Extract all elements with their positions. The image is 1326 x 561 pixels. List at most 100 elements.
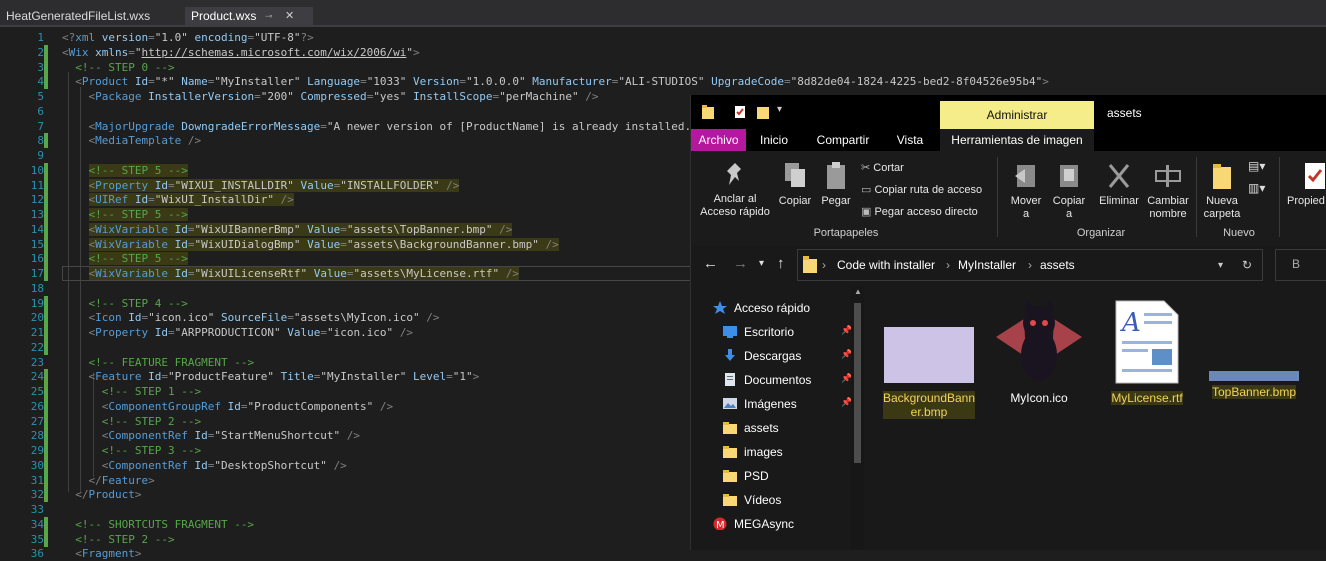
change-marker — [44, 457, 48, 473]
change-marker — [44, 310, 48, 326]
tab-compartir[interactable]: Compartir — [804, 129, 882, 151]
properties-label: Propied — [1287, 195, 1325, 207]
tab-product-wxs[interactable]: Product.wxs ⊸ ✕ — [185, 7, 313, 26]
line-number: 34 — [30, 517, 44, 531]
breadcrumb-assets[interactable]: assets — [1040, 258, 1075, 272]
ribbon-separator — [1196, 157, 1197, 237]
address-bar[interactable]: › Code with installer › MyInstaller › as… — [797, 249, 1263, 281]
line-number: 25 — [30, 385, 44, 398]
folder-icon[interactable] — [702, 105, 714, 119]
mega-icon: M — [713, 517, 727, 530]
forward-arrow-icon[interactable]: → — [733, 255, 748, 272]
scroll-up-icon[interactable]: ▲ — [854, 287, 862, 296]
rename-button[interactable]: Cambiar nombre — [1145, 161, 1191, 221]
close-icon[interactable]: ✕ — [285, 7, 294, 26]
code-text: <ComponentRef Id="DesktopShortcut" /> — [101, 458, 347, 472]
change-marker — [44, 325, 48, 340]
pin-icon — [727, 163, 741, 185]
code-text: <Property Id="ARPPRODUCTICON" Value="ico… — [88, 326, 414, 339]
chevron-down-icon[interactable]: ▾ — [777, 104, 782, 115]
line-number: 10 — [30, 163, 44, 177]
properties-icon[interactable] — [734, 105, 746, 119]
easy-access-icon[interactable]: ▥▾ — [1248, 181, 1265, 195]
tab-vista[interactable]: Vista — [884, 129, 936, 151]
delete-button[interactable]: Eliminar — [1097, 161, 1141, 208]
file-name-line1: BackgroundBann — [882, 391, 976, 405]
move-to-icon — [1015, 165, 1035, 187]
file-item[interactable]: BackgroundBann er.bmp — [879, 327, 979, 419]
copy-to-button[interactable]: Copiar a — [1049, 161, 1089, 221]
back-arrow-icon[interactable]: ← — [703, 255, 718, 272]
scrollbar-thumb[interactable] — [854, 303, 861, 463]
file-item[interactable]: MyIcon.ico — [991, 297, 1087, 405]
code-text: </Product> — [75, 488, 142, 502]
copy-button[interactable]: Copiar — [777, 161, 813, 208]
code-line[interactable]: 2 <Wix xmlns="http://schemas.microsoft.co… — [0, 44, 1326, 60]
documents-icon — [725, 373, 735, 386]
new-folder-icon[interactable] — [757, 105, 769, 119]
file-explorer-window: ▾ Administrar assets Archivo Inicio Comp… — [690, 95, 1326, 550]
up-arrow-icon[interactable]: ↑ — [777, 255, 785, 272]
change-marker — [44, 428, 48, 444]
breadcrumb-myinstaller[interactable]: MyInstaller — [958, 258, 1016, 272]
code-text: <WixVariable Id="WixUIBannerBmp" Value="… — [88, 222, 513, 236]
copy-path-button[interactable]: ▭ Copiar ruta de acceso — [861, 183, 982, 196]
chevron-down-icon[interactable]: ▾ — [759, 258, 764, 269]
pin-icon[interactable]: ⊸ — [265, 7, 273, 26]
nav-item-label: assets — [744, 421, 779, 435]
code-text: <!-- STEP 1 --> — [101, 385, 202, 398]
new-item-icon[interactable]: ▤▾ — [1248, 159, 1265, 173]
change-marker — [44, 236, 48, 252]
editor-tab-bar: HeatGeneratedFileList.wxs Product.wxs ⊸ … — [0, 0, 1326, 27]
code-text: <WixVariable Id="WixUILicenseRtf" Value=… — [88, 267, 520, 280]
code-text: <Package InstallerVersion="200" Compress… — [88, 90, 599, 103]
code-text: <!-- STEP 2 --> — [75, 532, 175, 546]
change-marker — [44, 207, 48, 222]
pin-label: Anclar al Acceso rápido — [700, 193, 770, 218]
group-organizar: Organizar — [1076, 227, 1126, 239]
line-number: 8 — [37, 134, 44, 148]
code-text: <!-- FEATURE FRAGMENT --> — [88, 355, 255, 369]
code-line[interactable]: 3 <!-- STEP 0 --> — [0, 59, 1326, 75]
cut-button[interactable]: ✂ Cortar — [861, 161, 904, 174]
tab-heat-generated-file-list[interactable]: HeatGeneratedFileList.wxs — [0, 7, 182, 26]
line-number: 5 — [37, 90, 44, 103]
paste-button[interactable]: Pegar — [818, 161, 854, 208]
new-folder-button[interactable]: Nueva carpeta — [1200, 161, 1244, 221]
breadcrumb-code-with-installer[interactable]: Code with installer — [837, 258, 935, 272]
move-to-button[interactable]: Mover a — [1006, 161, 1046, 221]
code-line[interactable]: 4 <Product Id="*" Name="MyInstaller" Lan… — [0, 74, 1326, 90]
svg-text:A: A — [1120, 308, 1141, 338]
search-box[interactable]: B — [1275, 249, 1326, 281]
line-number: 9 — [37, 149, 44, 162]
pin-quick-access-button[interactable]: Anclar al Acceso rápido — [695, 161, 775, 219]
tab-inicio[interactable]: Inicio — [748, 129, 800, 151]
rename-icon — [1155, 165, 1181, 187]
change-marker — [44, 384, 48, 399]
line-number: 30 — [30, 458, 44, 472]
tab-herramientas-de-imagen[interactable]: Herramientas de imagen — [940, 129, 1094, 151]
file-name: BackgroundBann er.bmp — [882, 391, 976, 419]
file-item[interactable]: TopBanner.bmp — [1204, 371, 1304, 399]
paste-shortcut-button[interactable]: ▣ Pegar acceso directo — [861, 205, 978, 218]
code-text: </Feature> — [88, 473, 155, 487]
ribbon-separator — [1279, 157, 1280, 237]
change-marker — [44, 251, 48, 267]
chevron-down-icon[interactable]: ▾ — [1218, 260, 1223, 271]
copy-to-label: Copiar a — [1052, 195, 1086, 220]
paste-shortcut-label: Pegar acceso directo — [874, 206, 978, 218]
code-text: <WixVariable Id="WixUIDialogBmp" Value="… — [88, 237, 559, 251]
code-line[interactable]: 1 <?xml version="1.0" encoding="UTF-8"?> — [0, 30, 1326, 45]
properties-button[interactable]: Propied — [1287, 161, 1326, 208]
context-tab-administrar[interactable]: Administrar — [940, 101, 1094, 129]
copy-icon — [785, 163, 805, 187]
new-folder-label: Nueva carpeta — [1203, 195, 1241, 220]
tab-archivo[interactable]: Archivo — [691, 129, 746, 151]
code-text: <Product Id="*" Name="MyInstaller" Langu… — [75, 75, 1049, 89]
copy-path-icon: ▭ — [861, 184, 872, 196]
line-number: 36 — [30, 547, 44, 561]
refresh-icon[interactable]: ↻ — [1242, 258, 1252, 272]
code-text: <!-- STEP 0 --> — [75, 60, 175, 74]
nav-scrollbar[interactable]: ▲ — [851, 287, 864, 550]
file-item[interactable]: A MyLicense.rtf — [1097, 299, 1197, 405]
